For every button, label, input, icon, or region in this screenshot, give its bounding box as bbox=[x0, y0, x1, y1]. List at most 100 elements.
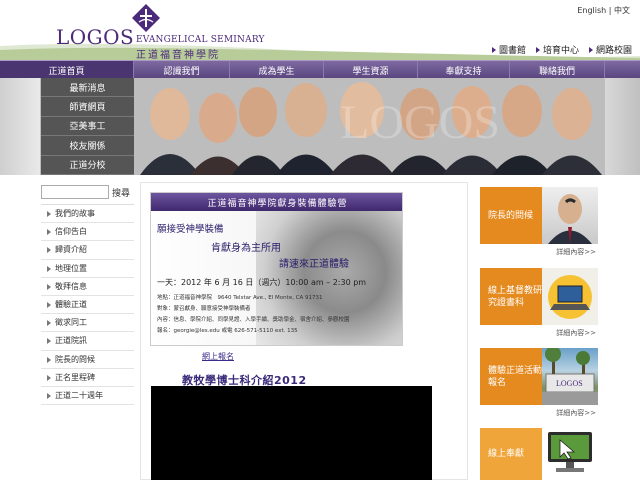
submenu-item-faculty[interactable]: 師資網頁 bbox=[41, 97, 134, 117]
leftnav-label: 信仰告白 bbox=[55, 227, 87, 237]
leftnav-item-worship[interactable]: 敬拜信息 bbox=[41, 278, 134, 296]
card-label: 院長的問候 bbox=[480, 187, 542, 244]
president-photo bbox=[542, 187, 598, 244]
card-online-certificate[interactable]: 線上基督教研究證書科 詳細內容>> bbox=[480, 268, 598, 338]
leftnav-item-intro[interactable]: 歸資介紹 bbox=[41, 241, 134, 260]
nav-item-giving[interactable]: 奉獻支持 bbox=[418, 61, 510, 79]
leftnav-item-statement-of-faith[interactable]: 信仰告白 bbox=[41, 223, 134, 242]
arrow-right-icon bbox=[47, 320, 51, 327]
leftnav-item-location[interactable]: 地理位置 bbox=[41, 260, 134, 278]
util-link-label: 網路校園 bbox=[595, 46, 632, 56]
search-input[interactable] bbox=[41, 185, 109, 199]
logo-subtitle-en: EVANGELICAL SEMINARY bbox=[136, 35, 265, 45]
leftnav-label: 院長的問候 bbox=[55, 354, 95, 364]
submenu-item-asian-american[interactable]: 亞美事工 bbox=[41, 116, 134, 137]
util-link-label: 圖書館 bbox=[498, 46, 526, 56]
laptop-icon bbox=[548, 275, 592, 319]
nav-item-home[interactable]: 正道首頁 bbox=[0, 61, 134, 79]
page: LOGOS EVANGELICAL SEMINARY 正道福音神學院 Engli… bbox=[0, 0, 640, 480]
arrow-right-icon bbox=[47, 356, 51, 363]
main-nav: 正道首頁 認識我們 成為學生 學生資源 奉獻支持 聯絡我們 bbox=[0, 60, 640, 79]
more-link[interactable]: 詳細內容>> bbox=[556, 408, 596, 418]
language-switcher: English | 中文 bbox=[577, 5, 630, 16]
online-signup-link[interactable]: 網上報名 bbox=[202, 351, 234, 362]
card-experience-signup[interactable]: 體驗正道活動報名 LOGOS 詳細內容>> bbox=[480, 346, 598, 418]
leftnav-label: 敬拜信息 bbox=[55, 281, 87, 291]
leftnav-label: 正道院訊 bbox=[55, 336, 87, 346]
nav-item-contact[interactable]: 聯絡我們 bbox=[510, 61, 605, 79]
card-label: 線上奉獻 bbox=[480, 428, 542, 480]
arrow-right-icon bbox=[47, 265, 51, 272]
president-portrait bbox=[548, 194, 592, 244]
hero-submenu: 最新消息 師資網頁 亞美事工 校友關係 正道分校 bbox=[41, 78, 134, 175]
more-link[interactable]: 詳細內容>> bbox=[556, 247, 596, 257]
more-link[interactable]: 詳細內容>> bbox=[556, 328, 596, 338]
campus-sign-image bbox=[542, 346, 598, 405]
util-link-training-center[interactable]: 培育中心 bbox=[535, 43, 579, 56]
leftnav-item-milestones[interactable]: 正名里程碑 bbox=[41, 369, 134, 387]
monitor-cursor-icon bbox=[548, 432, 592, 472]
leftnav-item-experience[interactable]: 體驗正道 bbox=[41, 296, 134, 315]
card-online-giving[interactable]: 線上奉獻 bbox=[480, 428, 598, 480]
giving-image bbox=[542, 428, 598, 480]
util-link-online-campus[interactable]: 網路校園 bbox=[588, 43, 632, 56]
search-box: 搜尋 bbox=[41, 185, 134, 200]
submenu-item-alumni[interactable]: 校友關係 bbox=[41, 136, 134, 156]
logo-cross-icon bbox=[132, 4, 160, 32]
header: LOGOS EVANGELICAL SEMINARY 正道福音神學院 Engli… bbox=[0, 0, 640, 61]
leftnav-label: 體驗正道 bbox=[55, 300, 87, 310]
poster-content: 內容：信息、學院介紹、同學見證、入學手續、獎助學金、宿舍介紹、參觀校園 bbox=[157, 317, 350, 323]
leftnav-label: 歸資介紹 bbox=[55, 245, 87, 255]
arrow-right-icon bbox=[535, 46, 540, 53]
card-label: 線上基督教研究證書科 bbox=[480, 268, 542, 325]
submenu-item-news[interactable]: 最新消息 bbox=[41, 78, 134, 98]
leftnav-label: 我們的故事 bbox=[55, 209, 95, 219]
utility-links: 圖書館 培育中心 網路校園 bbox=[491, 43, 632, 56]
leftnav-item-our-story[interactable]: 我們的故事 bbox=[41, 205, 134, 224]
leftnav-item-20th-anniversary[interactable]: 正道二十週年 bbox=[41, 387, 134, 406]
logo-subtitle-zh: 正道福音神學院 bbox=[136, 50, 220, 61]
event-poster[interactable]: 正道福音神學院獻身裝備體驗營 願接受神學裝備 肯獻身為主所用 請速來正道體驗 一… bbox=[150, 192, 403, 346]
leftnav-label: 正名里程碑 bbox=[55, 372, 95, 382]
certificate-image bbox=[542, 268, 598, 325]
poster-line-3: 請速來正道體驗 bbox=[279, 259, 349, 270]
svg-text:LOGOS: LOGOS bbox=[340, 96, 500, 149]
poster-date: 一天：2012 年 6 月 16 日（週六）10:00 am – 2:30 pm bbox=[157, 278, 367, 287]
campus-sign-photo: LOGOS bbox=[542, 346, 598, 405]
hero-left-fade bbox=[0, 78, 40, 175]
nav-item-about[interactable]: 認識我們 bbox=[134, 61, 230, 79]
leftnav-item-jobs[interactable]: 徵求同工 bbox=[41, 314, 134, 333]
lang-separator: | bbox=[608, 6, 612, 15]
left-nav: 我們的故事 信仰告白 歸資介紹 地理位置 敬拜信息 體驗正道 徵求同工 正道院訊… bbox=[41, 204, 134, 406]
poster-audience: 對象：蒙召獻身、願意接受神學裝備者 bbox=[157, 306, 251, 312]
nav-item-student-resources[interactable]: 學生資源 bbox=[324, 61, 418, 79]
search-button[interactable]: 搜尋 bbox=[112, 186, 130, 199]
arrow-right-icon bbox=[47, 374, 51, 381]
nav-item-admissions[interactable]: 成為學生 bbox=[230, 61, 324, 79]
lang-chinese-link[interactable]: 中文 bbox=[614, 6, 630, 15]
poster-signup: 報名：georgie@les.edu 或電 626-571-5110 ext. … bbox=[157, 328, 298, 334]
leftnav-item-president-greeting[interactable]: 院長的問候 bbox=[41, 351, 134, 369]
leftnav-item-newsletter[interactable]: 正道院訊 bbox=[41, 332, 134, 351]
poster-address: 地點：正道福音神學院 9640 Telstar Ave., El Monte, … bbox=[157, 295, 323, 301]
video-player[interactable] bbox=[151, 386, 432, 480]
lang-english-link[interactable]: English bbox=[577, 6, 606, 15]
arrow-right-icon bbox=[588, 46, 593, 53]
arrow-right-icon bbox=[47, 283, 51, 290]
leftnav-label: 正道二十週年 bbox=[55, 390, 103, 400]
arrow-right-icon bbox=[491, 46, 496, 53]
logo-wordmark[interactable]: LOGOS bbox=[56, 25, 134, 49]
arrow-right-icon bbox=[47, 392, 51, 399]
util-link-library[interactable]: 圖書館 bbox=[491, 43, 526, 56]
leftnav-label: 徵求同工 bbox=[55, 318, 87, 328]
poster-line-1: 願接受神學裝備 bbox=[157, 224, 224, 235]
arrow-right-icon bbox=[47, 247, 51, 254]
arrow-right-icon bbox=[47, 211, 51, 217]
submenu-item-branches[interactable]: 正道分校 bbox=[41, 155, 134, 175]
poster-line-2: 肯獻身為主所用 bbox=[211, 243, 281, 254]
card-president-greeting[interactable]: 院長的問候 詳細內容>> bbox=[480, 187, 598, 257]
arrow-right-icon bbox=[47, 229, 51, 236]
card-label: 體驗正道活動報名 bbox=[480, 348, 542, 405]
leftnav-label: 地理位置 bbox=[55, 263, 87, 273]
util-link-label: 培育中心 bbox=[542, 46, 579, 56]
